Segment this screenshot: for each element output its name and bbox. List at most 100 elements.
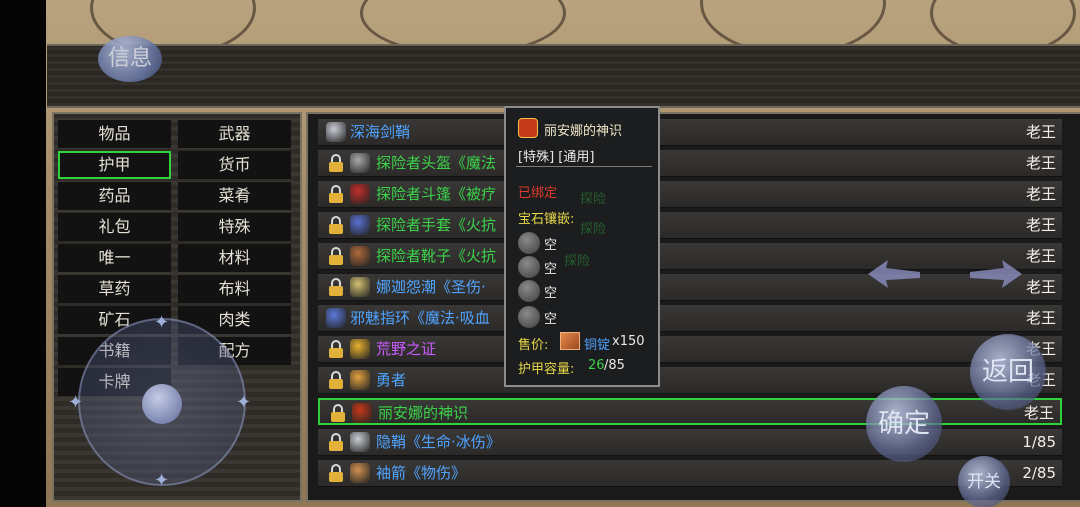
item-row[interactable]: 邪魅指环《魔法·吸血 老王 (318, 305, 1062, 332)
emblem-icon (518, 118, 538, 138)
item-row[interactable]: 荒野之证 老王 (318, 336, 1062, 363)
category-tab[interactable]: 材料 (178, 244, 291, 272)
item-name: 邪魅指环《魔法·吸血 (350, 309, 490, 327)
item-name: 袖箭《物伤》 (376, 464, 467, 482)
return-button[interactable]: 返回 (970, 334, 1046, 410)
tooltip-tags: [特殊] [通用] (518, 150, 595, 165)
compass-star-icon: ✦ (154, 470, 170, 491)
item-name: 探险者头盔《魔法 (376, 154, 497, 172)
glove-icon (350, 215, 370, 235)
game-screen: 信息 物品护甲药品礼包唯一草药矿石书籍卡牌武器货币菜肴特殊材料布料肉类配方 深海… (0, 0, 1080, 507)
lock-icon (328, 433, 344, 451)
toggle-button[interactable]: 开关 (958, 456, 1010, 507)
sword-icon (350, 432, 370, 452)
cloak-icon (350, 184, 370, 204)
item-owner: 老王 (1025, 309, 1056, 327)
bound-status: 已绑定 (518, 186, 558, 201)
item-row[interactable]: 娜迦怨潮《圣伤· 老王 (318, 274, 1062, 301)
price-amount: x150 (612, 334, 645, 349)
badge-icon (350, 339, 370, 359)
helmet-icon (350, 153, 370, 173)
item-owner: 老王 (1025, 247, 1056, 265)
item-row[interactable]: 袖箭《物伤》 2/85 (318, 460, 1062, 487)
ring-icon (326, 308, 346, 328)
amulet-icon (350, 277, 370, 297)
sword-icon (326, 122, 346, 142)
gem-slot-label: 空 (544, 262, 558, 277)
boot-icon (350, 246, 370, 266)
item-owner: 1/85 (1022, 433, 1056, 451)
tooltip-title: 丽安娜的神识 (544, 124, 623, 139)
item-owner: 老王 (1025, 185, 1056, 203)
category-tab[interactable]: 武器 (178, 120, 291, 148)
lock-icon (328, 247, 344, 265)
lock-icon (328, 154, 344, 172)
item-tooltip: 丽安娜的神识 [特殊] [通用] 已绑定 探险 宝石镶嵌: 探险 空 空 探险 … (504, 106, 660, 387)
item-name: 深海剑鞘 (350, 123, 411, 141)
lock-icon (330, 404, 346, 422)
item-name: 荒野之证 (376, 340, 437, 358)
item-owner: 老王 (1025, 278, 1056, 296)
joystick[interactable]: ✦ ✦ ✦ ✦ (68, 312, 251, 491)
item-name: 丽安娜的神识 (378, 404, 469, 422)
category-tab[interactable]: 布料 (178, 275, 291, 303)
category-tab[interactable]: 菜肴 (178, 182, 291, 210)
item-row[interactable]: 丽安娜的神识 老王 (318, 398, 1062, 425)
item-row[interactable]: 探险者斗篷《被疗 老王 (318, 181, 1062, 208)
lock-icon (328, 278, 344, 296)
category-tab[interactable]: 货币 (178, 151, 291, 179)
divider (516, 166, 652, 167)
category-tab[interactable]: 物品 (58, 120, 171, 148)
copper-ingot-icon (560, 332, 580, 350)
compass-star-icon: ✦ (236, 392, 252, 413)
item-name: 娜迦怨潮《圣伤· (376, 278, 486, 296)
item-name: 探险者手套《火抗 (376, 216, 497, 234)
lock-icon (328, 464, 344, 482)
lock-icon (328, 371, 344, 389)
gem-slot-label: 空 (544, 238, 558, 253)
item-row[interactable]: 探险者手套《火抗 老王 (318, 212, 1062, 239)
emblem-icon (352, 403, 372, 423)
info-button[interactable]: 信息 (98, 36, 162, 82)
item-row[interactable]: 深海剑鞘 老王 (318, 119, 1062, 146)
price-label: 售价: (518, 338, 549, 353)
item-name: 探险者斗篷《被疗 (376, 185, 497, 203)
gem-inlay-label: 宝石镶嵌: (518, 212, 575, 227)
gem-slot-icon (518, 256, 540, 278)
category-tab[interactable]: 草药 (58, 275, 171, 303)
lock-icon (328, 216, 344, 234)
item-row[interactable]: 探险者头盔《魔法 老王 (318, 150, 1062, 177)
lock-icon (328, 340, 344, 358)
joystick-knob[interactable] (142, 384, 182, 424)
capacity-max: /85 (604, 358, 625, 373)
confirm-button[interactable]: 确定 (866, 386, 942, 462)
gem-slot-label: 空 (544, 286, 558, 301)
gem-slot-label: 空 (544, 312, 558, 327)
item-owner: 老王 (1023, 404, 1054, 422)
item-row[interactable]: 探险者靴子《火抗 老王 (318, 243, 1062, 270)
item-row[interactable]: 隐鞘《生命·冰伤》 1/85 (318, 429, 1062, 456)
category-tab[interactable]: 药品 (58, 182, 171, 210)
next-page-arrow-icon[interactable] (968, 258, 1024, 290)
scroll-icon (350, 370, 370, 390)
capacity-label: 护甲容量: (518, 362, 575, 377)
price-currency: 铜锭 (584, 338, 611, 353)
category-tab[interactable]: 特殊 (178, 213, 291, 241)
item-owner: 老王 (1025, 216, 1056, 234)
top-banner (47, 44, 1080, 108)
category-tab[interactable]: 护甲 (58, 151, 171, 179)
category-tab[interactable]: 唯一 (58, 244, 171, 272)
gem-slot-icon (518, 232, 540, 254)
screen-edge (0, 0, 46, 507)
ghost-text: 探险 (580, 222, 607, 237)
prev-page-arrow-icon[interactable] (866, 258, 922, 290)
compass-star-icon: ✦ (68, 392, 84, 413)
lock-icon (328, 185, 344, 203)
item-row[interactable]: 勇者老王 (318, 367, 1062, 394)
item-owner: 2/85 (1022, 464, 1056, 482)
gem-slot-icon (518, 280, 540, 302)
category-tab[interactable]: 礼包 (58, 213, 171, 241)
gem-slot-icon (518, 306, 540, 328)
item-name: 隐鞘《生命·冰伤》 (376, 433, 501, 451)
item-name: 探险者靴子《火抗 (376, 247, 497, 265)
